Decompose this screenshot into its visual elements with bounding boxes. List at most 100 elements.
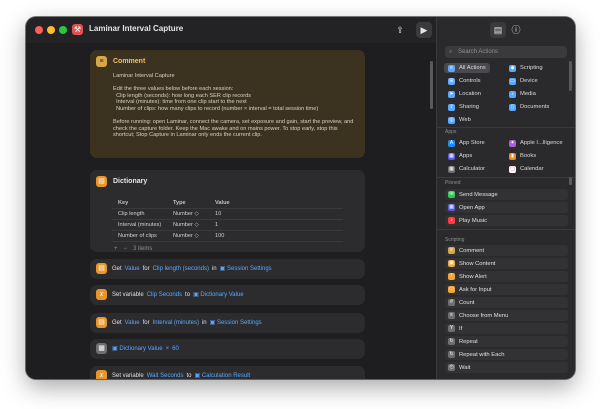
set-variable-action[interactable]: 𝑥 Set variable Clip Seconds to ▣ Diction… [90,285,365,305]
sidebar-toolbar: ▤ ⓘ [437,17,575,43]
operand-token[interactable]: 60 [172,346,179,352]
alert-icon: ! [448,273,455,280]
category-web[interactable]: ◎ Web [448,115,471,125]
category-all-actions[interactable]: ≡ All Actions [444,63,490,73]
calculate-action[interactable]: ▦ ▣ Dictionary Value × 60 [90,339,365,359]
row-type[interactable]: Number ◇ [173,211,215,217]
search-field[interactable]: ⌕ Search Actions [445,46,567,58]
script-if[interactable]: Y If [445,323,568,334]
location-icon: ➤ [448,90,455,98]
info-icon[interactable]: ⓘ [508,22,524,38]
param-token[interactable]: Value [125,320,140,326]
remove-item-button[interactable]: − [124,246,128,252]
action-text: in [201,319,207,326]
variable-token[interactable]: ▣ Dictionary Value [193,291,244,298]
divider [437,229,575,230]
header-value: Value [215,200,230,206]
variable-token[interactable]: ▣ Calculation Result [195,372,251,379]
category-documents[interactable]: ▯ Documents [509,102,549,112]
table-row[interactable]: Number of clips Number ◇ 100 [112,231,343,242]
param-token[interactable]: Clip length (seconds) [153,266,209,272]
close-button[interactable] [35,26,43,34]
row-key[interactable]: Interval (minutes) [112,222,173,228]
category-device[interactable]: ▭ Device [509,76,538,86]
category-media[interactable]: ♪ Media [509,89,536,99]
script-repeat-with-each[interactable]: ↻ Repeat with Each [445,349,568,360]
library-icon[interactable]: ▤ [490,22,506,38]
script-show-content[interactable]: ▣ Show Content [445,258,568,269]
row-value[interactable]: 10 [215,211,343,217]
table-row[interactable]: Interval (minutes) Number ◇ 1 [112,220,343,231]
get-dictionary-value-action[interactable]: ▤ Get Value for Clip length (seconds) in… [90,259,365,279]
play-icon[interactable]: ▶ [416,22,432,38]
app-apple-intelligence[interactable]: ✦ Apple I...lligence [509,138,563,148]
category-controls[interactable]: ⊞ Controls [448,76,481,86]
app-apps[interactable]: ▦ Apps [448,151,472,161]
param-token[interactable]: Clip Seconds [147,292,182,298]
dictionary-action[interactable]: ▤ Dictionary Key Type Value Clip length … [90,170,365,252]
row-type[interactable]: Number ◇ [173,222,215,228]
calculator-icon: ▦ [96,343,107,354]
editor-scrollbar[interactable] [430,61,433,109]
category-scripting[interactable]: ◆ Scripting [509,63,543,73]
script-ask-for-input[interactable]: ▭ Ask for Input [445,284,568,295]
shortcut-icon[interactable]: ⚒ [72,24,83,35]
calculator-icon: ▦ [448,165,455,173]
param-token[interactable]: Interval (minutes) [153,320,199,326]
row-key[interactable]: Number of clips [112,233,173,239]
comment-action[interactable]: ≡ Comment Laminar Interval Capture Edit … [90,50,365,158]
dictionary-title: Dictionary [113,178,148,185]
category-sharing[interactable]: ⇪ Sharing [448,102,479,112]
row-type[interactable]: Number ◇ [173,233,215,239]
script-wait[interactable]: ◴ Wait [445,362,568,373]
pinned-open-app[interactable]: ▦ Open App [445,202,568,213]
app-calculator[interactable]: ▦ Calculator [448,164,485,174]
script-count[interactable]: # Count [445,297,568,308]
share-icon[interactable]: ⇪ [392,22,408,38]
variable-icon: 𝑥 [96,289,107,300]
app-app-store[interactable]: A App Store [448,138,485,148]
dictionary-icon: ▤ [96,263,107,274]
script-show-alert[interactable]: ! Show Alert [445,271,568,282]
action-text: to [186,372,192,379]
script-choose-from-menu[interactable]: ≡ Choose from Menu [445,310,568,321]
row-value[interactable]: 1 [215,222,343,228]
param-token[interactable]: Value [125,266,140,272]
titlebar: ⚒ Laminar Interval Capture ⇪ ▶ [26,17,436,43]
apps-section-label: Apps [445,129,457,135]
zoom-button[interactable] [59,26,67,34]
get-dictionary-value-action[interactable]: ▤ Get Value for Interval (minutes) in ▣ … [90,313,365,333]
media-icon: ♪ [509,90,516,98]
table-row[interactable]: Clip length Number ◇ 10 [112,209,343,220]
script-repeat[interactable]: ↻ Repeat [445,336,568,347]
variable-token[interactable]: ▣ Dictionary Value [112,345,163,352]
app-books[interactable]: ▮ Books [509,151,536,161]
dictionary-table: Key Type Value Clip length Number ◇ 10 I… [112,198,343,252]
wait-icon: ◴ [448,364,455,371]
pinned-play-music[interactable]: ♪ Play Music [445,215,568,226]
category-location[interactable]: ➤ Location [448,89,481,99]
minimize-button[interactable] [47,26,55,34]
param-token[interactable]: Wait Seconds [147,373,184,379]
row-key[interactable]: Clip length [112,211,173,217]
operator-token[interactable]: × [166,346,170,352]
dictionary-icon: ▤ [96,176,107,187]
calendar-icon: ▢ [509,165,516,173]
sidebar-scrollbar[interactable] [569,177,572,185]
variable-token[interactable]: ▣ Session Settings [220,265,272,272]
action-verb: Set variable [112,291,144,298]
action-text: in [211,265,217,272]
pinned-send-message[interactable]: ✉ Send Message [445,189,568,200]
books-icon: ▮ [509,152,516,160]
variable-token[interactable]: ▣ Session Settings [210,319,262,326]
list-icon: ≡ [448,64,455,72]
add-item-button[interactable]: + [114,246,118,252]
app-calendar[interactable]: ▢ Calendar [509,164,544,174]
row-value[interactable]: 100 [215,233,343,239]
script-comment[interactable]: ≡ Comment [445,245,568,256]
sidebar-scrollbar[interactable] [569,61,572,91]
comment-text[interactable]: Laminar Interval Capture Edit the three … [113,73,358,139]
set-variable-action[interactable]: 𝑥 Set variable Wait Seconds to ▣ Calcula… [90,366,365,379]
action-sentence: Set variable Wait Seconds to ▣ Calculati… [112,372,251,380]
action-text: to [185,291,191,298]
